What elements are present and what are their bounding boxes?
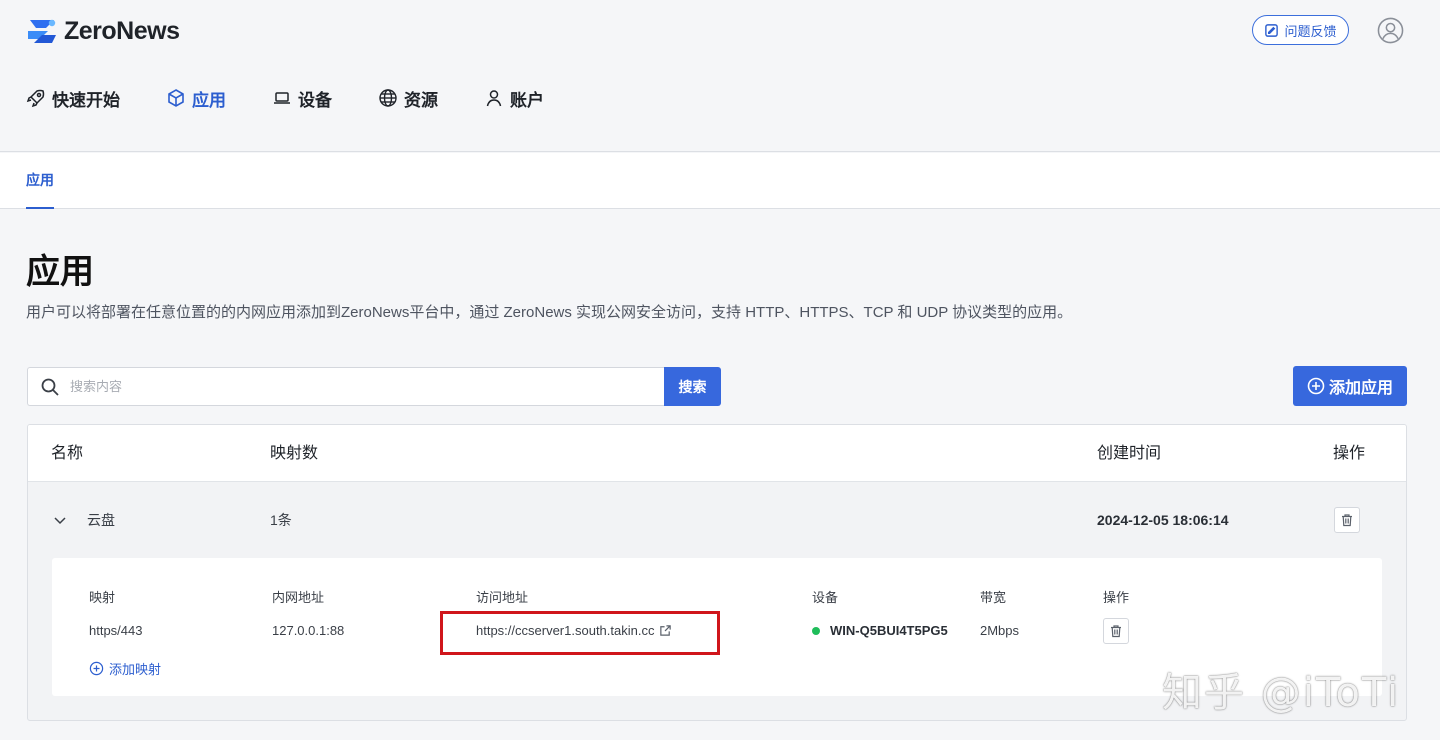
nav-item-resources[interactable]: 资源 bbox=[378, 86, 438, 111]
feedback-icon bbox=[1265, 23, 1279, 37]
main-nav: 快速开始 应用 设备 资源 账户 bbox=[26, 84, 590, 112]
table-header: 名称 映射数 创建时间 操作 bbox=[28, 425, 1406, 482]
user-icon bbox=[486, 90, 502, 107]
search-button[interactable]: 搜索 bbox=[664, 367, 721, 406]
user-avatar-icon[interactable] bbox=[1377, 17, 1404, 44]
page-title: 应用 bbox=[26, 253, 94, 291]
add-mapping-button[interactable]: 添加映射 bbox=[89, 659, 161, 678]
app-header: ZeroNews 问题反馈 快速开始 应用 设备 资源 账户 bbox=[0, 0, 1440, 152]
trash-icon bbox=[1111, 625, 1121, 638]
nav-item-quickstart[interactable]: 快速开始 bbox=[26, 86, 120, 111]
brand-logo[interactable]: ZeroNews bbox=[26, 16, 180, 46]
mapping-bandwidth: 2Mbps bbox=[980, 623, 1020, 638]
tab-apps[interactable]: 应用 bbox=[26, 153, 54, 209]
sub-col-bandwidth: 带宽 bbox=[980, 590, 1007, 605]
search-input[interactable] bbox=[70, 379, 664, 394]
mapping-intranet-address: 127.0.0.1:88 bbox=[272, 623, 345, 638]
trash-icon bbox=[1342, 514, 1352, 527]
search-bar: 搜索 bbox=[27, 367, 721, 406]
device-name: WIN-Q5BUI4T5PG5 bbox=[830, 623, 948, 638]
nav-item-account[interactable]: 账户 bbox=[484, 86, 544, 111]
col-mapping-count: 映射数 bbox=[270, 445, 319, 462]
external-link-icon bbox=[660, 625, 672, 636]
mapping-device: WIN-Q5BUI4T5PG5 bbox=[812, 623, 948, 638]
search-box bbox=[27, 367, 664, 406]
zeronews-logo-icon bbox=[28, 19, 56, 43]
laptop-icon bbox=[274, 92, 290, 104]
app-created-at: 2024-12-05 18:06:14 bbox=[1097, 512, 1229, 528]
subtab-bar: 应用 bbox=[0, 153, 1440, 209]
mapping-subtable: 映射 内网地址 访问地址 设备 带宽 操作 https/443 127.0.0.… bbox=[52, 558, 1382, 696]
search-icon bbox=[41, 378, 59, 396]
add-app-button[interactable]: 添加应用 bbox=[1293, 366, 1407, 406]
mapping-protocol-port: https/443 bbox=[89, 623, 143, 638]
plus-circle-icon bbox=[89, 661, 104, 676]
sub-col-mapping: 映射 bbox=[89, 590, 116, 605]
sub-col-intranet-address: 内网地址 bbox=[272, 590, 325, 605]
nav-item-apps[interactable]: 应用 bbox=[166, 86, 226, 111]
brand-name: ZeroNews bbox=[64, 16, 180, 45]
access-address-link[interactable]: https://ccserver1.south.takin.cc bbox=[476, 623, 672, 638]
col-created-at: 创建时间 bbox=[1097, 445, 1162, 462]
mapping-access-address: https://ccserver1.south.takin.cc bbox=[476, 623, 672, 638]
globe-icon bbox=[379, 89, 397, 107]
table-row: 云盘 1条 2024-12-05 18:06:14 bbox=[28, 483, 1406, 557]
app-mapping-count: 1条 bbox=[270, 512, 292, 528]
col-actions: 操作 bbox=[1333, 445, 1366, 462]
feedback-button[interactable]: 问题反馈 bbox=[1252, 15, 1349, 45]
sub-col-access-address: 访问地址 bbox=[476, 590, 529, 605]
device-online-status-dot bbox=[812, 626, 820, 635]
delete-mapping-button[interactable] bbox=[1103, 618, 1129, 644]
apps-table: 名称 映射数 创建时间 操作 云盘 1条 2024-12-05 18:06:14… bbox=[27, 424, 1407, 721]
rocket-icon bbox=[26, 89, 45, 108]
delete-app-button[interactable] bbox=[1334, 507, 1360, 533]
page-description: 用户可以将部署在任意位置的的内网应用添加到ZeroNews平台中，通过 Zero… bbox=[26, 304, 1073, 321]
plus-circle-icon bbox=[1307, 377, 1325, 395]
col-name: 名称 bbox=[51, 445, 84, 462]
add-mapping-label: 添加映射 bbox=[109, 662, 162, 677]
chevron-down-icon[interactable] bbox=[52, 512, 68, 528]
sub-col-device: 设备 bbox=[812, 590, 839, 605]
sub-col-actions: 操作 bbox=[1103, 590, 1130, 605]
app-name: 云盘 bbox=[87, 512, 115, 528]
feedback-label: 问题反馈 bbox=[1284, 23, 1337, 39]
nav-item-devices[interactable]: 设备 bbox=[272, 86, 332, 111]
add-app-label: 添加应用 bbox=[1328, 380, 1393, 397]
cube-icon bbox=[168, 89, 184, 107]
